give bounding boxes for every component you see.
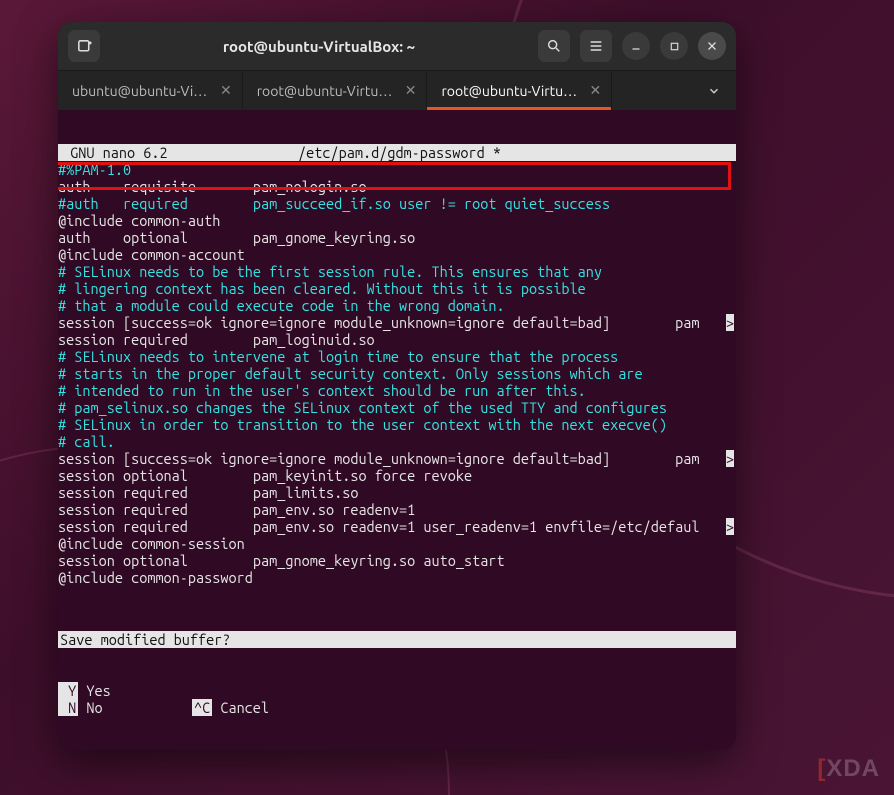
option-key-cancel[interactable]: ^C xyxy=(192,699,212,716)
editor-line: session optional pam_keyinit.so force re… xyxy=(58,467,472,484)
nano-prompt-question: Save modified buffer? xyxy=(58,631,736,648)
terminal-viewport[interactable]: GNU nano 6.2/etc/pam.d/gdm-password *#%P… xyxy=(58,110,736,750)
minimize-button[interactable] xyxy=(622,32,650,60)
editor-line: auth optional pam_gnome_keyring.so xyxy=(58,229,415,246)
editor-line: # starts in the proper default security … xyxy=(58,365,643,382)
tab-label: root@ubuntu-VirtualB… xyxy=(441,83,581,99)
close-button[interactable] xyxy=(698,32,726,60)
nano-prompt-options: Y Yes N No ^C Cancel xyxy=(58,682,736,716)
tab-label: ubuntu@ubuntu-Virtu… xyxy=(72,83,212,99)
editor-line: session [success=ok ignore=ignore module… xyxy=(58,450,699,467)
option-key-no[interactable]: N xyxy=(58,699,78,716)
terminal-tab[interactable]: root@ubuntu-VirtualB… ✕ xyxy=(243,71,428,110)
editor-line: session required pam_loginuid.so xyxy=(58,331,375,348)
editor-line: @include common-account xyxy=(58,246,245,263)
maximize-button[interactable] xyxy=(660,32,688,60)
editor-line: session [success=ok ignore=ignore module… xyxy=(58,314,699,331)
option-key-yes[interactable]: Y xyxy=(58,682,78,699)
new-tab-button[interactable] xyxy=(68,30,100,62)
editor-line: @include common-session xyxy=(58,535,245,552)
editor-line: session optional pam_gnome_keyring.so au… xyxy=(58,552,505,569)
close-icon[interactable]: ✕ xyxy=(220,82,232,99)
terminal-window: root@ubuntu-VirtualBox: ~ ubuntu@ubuntu-… xyxy=(58,22,736,750)
editor-line: session required pam_env.so readenv=1 xyxy=(58,501,415,518)
editor-line: # that a module could execute code in th… xyxy=(58,297,505,314)
watermark-logo: [XDA xyxy=(817,755,880,783)
tab-label: root@ubuntu-VirtualB… xyxy=(257,83,397,99)
close-icon[interactable]: ✕ xyxy=(589,82,601,99)
editor-line: # intended to run in the user's context … xyxy=(58,382,586,399)
editor-line: # SELinux needs to be the first session … xyxy=(58,263,602,280)
tab-overflow-button[interactable] xyxy=(692,71,736,110)
editor-line: auth requisite pam_nologin.so xyxy=(58,178,367,195)
nano-titlebar: GNU nano 6.2/etc/pam.d/gdm-password * xyxy=(58,144,736,161)
window-title: root@ubuntu-VirtualBox: ~ xyxy=(108,38,530,55)
editor-line: # SELinux needs to intervene at login ti… xyxy=(58,348,618,365)
editor-line: #auth required pam_succeed_if.so user !=… xyxy=(58,195,610,212)
terminal-tab[interactable]: ubuntu@ubuntu-Virtu… ✕ xyxy=(58,71,243,110)
continuation-marker: > xyxy=(726,450,734,467)
terminal-tab[interactable]: root@ubuntu-VirtualB… ✕ xyxy=(427,71,612,110)
editor-line: session required pam_env.so readenv=1 us… xyxy=(58,518,699,535)
hamburger-menu-button[interactable] xyxy=(580,30,612,62)
editor-line: @include common-auth xyxy=(58,212,220,229)
search-button[interactable] xyxy=(538,30,570,62)
editor-line: @include common-password xyxy=(58,569,253,586)
tab-bar: ubuntu@ubuntu-Virtu… ✕ root@ubuntu-Virtu… xyxy=(58,70,736,110)
nano-prompt: Save modified buffer? Y Yes N No ^C Canc… xyxy=(58,597,736,750)
editor-line: #%PAM-1.0 xyxy=(58,161,131,178)
continuation-marker: > xyxy=(726,314,734,331)
editor-line: # pam_selinux.so changes the SELinux con… xyxy=(58,399,667,416)
window-titlebar: root@ubuntu-VirtualBox: ~ xyxy=(58,22,736,70)
editor-line: # call. xyxy=(58,433,115,450)
editor-line: session required pam_limits.so xyxy=(58,484,358,501)
editor-line: # lingering context has been cleared. Wi… xyxy=(58,280,586,297)
close-icon[interactable]: ✕ xyxy=(405,82,417,99)
continuation-marker: > xyxy=(726,518,734,535)
editor-line: # SELinux in order to transition to the … xyxy=(58,416,667,433)
